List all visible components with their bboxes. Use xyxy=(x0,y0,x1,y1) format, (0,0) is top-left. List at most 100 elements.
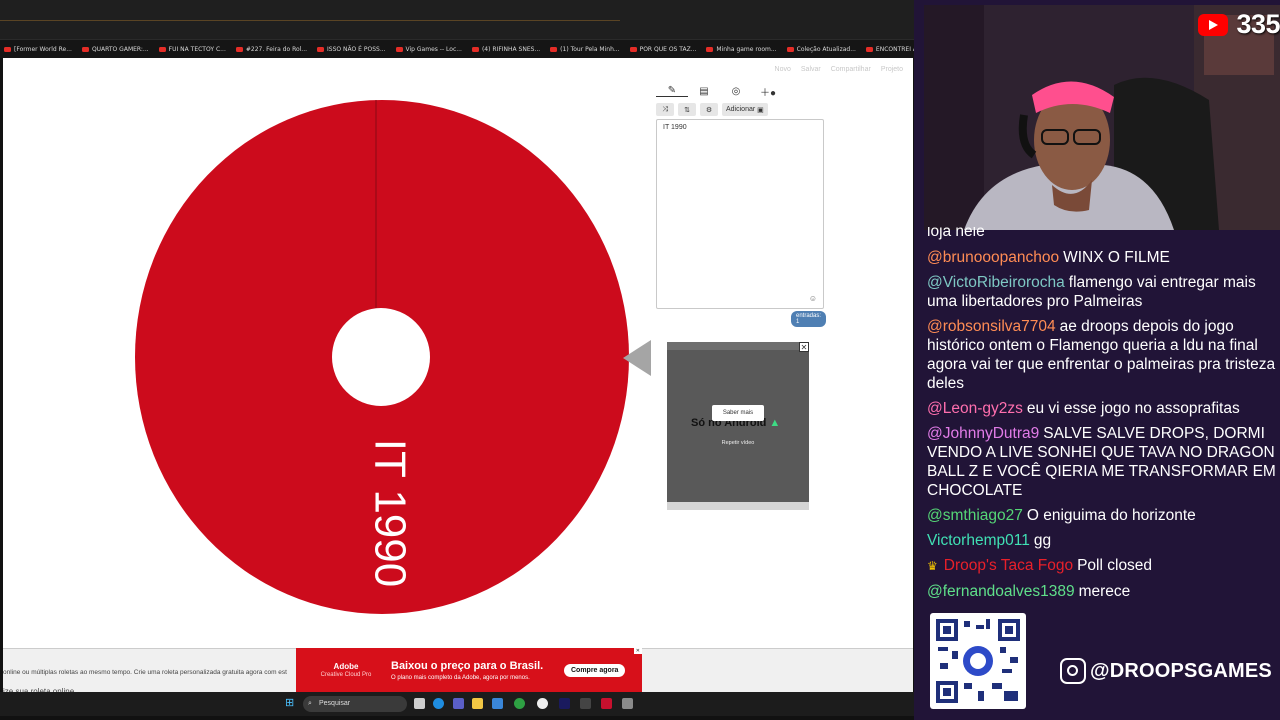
hide-tab-eye-icon[interactable]: ◎ xyxy=(720,86,752,97)
chat-message: @robsonsilva7704 ae droops depois do jogo… xyxy=(927,317,1277,393)
youtube-favicon-icon xyxy=(395,46,403,52)
viewer-count: 335 xyxy=(1198,9,1280,40)
learn-more-button[interactable]: Saber mais xyxy=(712,405,764,421)
youtube-favicon-icon xyxy=(81,46,89,52)
windows-start-icon[interactable]: ⊞ xyxy=(285,698,294,709)
bookmark-label: #227. Feira do Rol... xyxy=(245,45,308,53)
crown-icon: ♛ xyxy=(927,559,938,573)
chat-text: eu vi esse jogo no assoprafitas xyxy=(1026,400,1240,417)
chat-message: @VictoRibeirorocha flamengo vai entregar … xyxy=(927,273,1277,311)
app-icon[interactable] xyxy=(580,698,591,709)
teams-icon[interactable] xyxy=(453,698,464,709)
shuffle-button[interactable]: ⤨ xyxy=(656,103,674,116)
spin-wheel[interactable]: IT 1990 xyxy=(133,98,633,618)
chrome-icon[interactable] xyxy=(537,698,548,709)
bookmark-item[interactable]: Coleção Atualizad... xyxy=(786,45,856,53)
youtube-icon xyxy=(1198,13,1229,36)
chat-text: O eniguima do horizonte xyxy=(1026,507,1196,524)
task-view-icon[interactable] xyxy=(414,698,425,709)
store-icon[interactable] xyxy=(492,698,503,709)
nav-new[interactable]: Novo xyxy=(775,66,791,73)
entries-textarea[interactable]: IT 1990 ☺ xyxy=(656,119,824,309)
windows-taskbar: ⊞ ⌕ Pesquisar xyxy=(0,692,914,716)
live-chat: loja nele @brunooopanchoo WINX O FILME @Vic… xyxy=(927,227,1277,607)
chat-message: @JohnnyDutra9 SALVE SALVE DROPS, DORMI VE… xyxy=(927,424,1277,500)
youtube-favicon-icon xyxy=(629,46,637,52)
chat-text: Poll closed xyxy=(1077,557,1153,574)
instagram-icon xyxy=(1060,658,1086,684)
buy-now-button[interactable]: Compre agora xyxy=(564,664,626,677)
youtube-favicon-icon xyxy=(158,46,166,52)
taskbar-search[interactable]: ⌕ Pesquisar xyxy=(303,696,407,712)
chat-text: loja nele xyxy=(927,227,985,240)
youtube-favicon-icon xyxy=(865,46,873,52)
bookmark-label: ENCONTREI ARTI... xyxy=(875,45,914,53)
bookmark-label: (1) Tour Pela Minh... xyxy=(560,45,620,53)
chat-username: @robsonsilva7704 xyxy=(927,318,1056,335)
xbox-icon[interactable] xyxy=(514,698,525,709)
handle-text: @DROOPSGAMES xyxy=(1090,659,1272,682)
youtube-favicon-icon xyxy=(4,46,11,52)
chat-text: gg xyxy=(1033,532,1052,549)
bookmark-label: Minha game room... xyxy=(716,45,777,53)
bookmark-item[interactable]: POR QUE OS TAZ... xyxy=(629,45,697,53)
file-explorer-icon[interactable] xyxy=(472,698,483,709)
bookmarks-bar: [Former World Re... QUARTO GAMER:... FUI N… xyxy=(0,40,914,58)
bookmark-item[interactable]: (1) Tour Pela Minh... xyxy=(550,45,620,53)
bookmark-item[interactable]: QUARTO GAMER:... xyxy=(81,45,149,53)
bookmark-label: (4) RIFINHA SNES... xyxy=(481,45,541,53)
ad-subtext: O plano mais completo da Adobe, agora po… xyxy=(391,675,530,681)
chat-message: @brunooopanchoo WINX O FILME xyxy=(927,248,1277,267)
premiere-icon[interactable] xyxy=(559,698,570,709)
footer-description: online ou múltiplas roletas ao mesmo tem… xyxy=(3,669,287,676)
chat-text: merece xyxy=(1078,583,1131,600)
add-image-button[interactable]: Adicionar ▣ xyxy=(722,103,768,116)
bookmark-item[interactable]: ENCONTREI ARTI... xyxy=(865,45,914,53)
page-top-nav: Novo Salvar Compartilhar Projeto xyxy=(775,66,903,73)
edge-icon[interactable] xyxy=(433,698,444,709)
color-palette-icon[interactable]: ＋● xyxy=(752,84,784,99)
chat-username: @JohnnyDutra9 xyxy=(927,425,1040,442)
viewer-count-number: 335 xyxy=(1236,9,1280,39)
bookmark-item[interactable]: Vip Games -- Loc... xyxy=(395,45,462,53)
bookmark-label: QUARTO GAMER:... xyxy=(91,45,149,53)
stream-overlay: 335 loja nele @brunooopanchoo WINX O FILME… xyxy=(914,0,1280,720)
bookmark-label: FUI NA TECTOY C... xyxy=(168,45,226,53)
settings-gear-icon[interactable]: ⚙ xyxy=(700,103,718,116)
chat-message: ♛ Droop's Taca Fogo Poll closed xyxy=(927,556,1277,576)
bookmark-label: Coleção Atualizad... xyxy=(796,45,856,53)
youtube-favicon-icon xyxy=(317,46,325,52)
clipboard-tab-icon[interactable]: ▤ xyxy=(688,86,720,97)
chat-username: @Leon-gy2zs xyxy=(927,400,1023,417)
red-app-icon[interactable] xyxy=(601,698,612,709)
webcam-feed: 335 xyxy=(924,5,1280,230)
bookmark-item[interactable]: ISSO NÃO É POSS... xyxy=(317,46,386,53)
entry-line: IT 1990 xyxy=(663,124,687,131)
bookmark-item[interactable]: [Former World Re... xyxy=(4,46,72,53)
sort-button[interactable]: ⇅ xyxy=(678,103,696,116)
wheel-center-hub[interactable] xyxy=(332,308,430,406)
edit-tab-pencil-icon[interactable]: ✎ xyxy=(656,85,688,97)
bookmark-item[interactable]: #227. Feira do Rol... xyxy=(235,45,308,53)
adobe-banner-ad[interactable]: Adobe Creative Cloud Pro Baixou o preço … xyxy=(296,648,642,692)
chat-username: @smthiago27 xyxy=(927,507,1023,524)
nav-project[interactable]: Projeto xyxy=(881,66,903,73)
obs-icon[interactable] xyxy=(622,698,633,709)
chat-message: loja nele xyxy=(927,227,1277,240)
bookmark-label: Vip Games -- Loc... xyxy=(405,45,462,53)
bookmark-item[interactable]: (4) RIFINHA SNES... xyxy=(471,45,541,53)
ad-close-icon[interactable]: ✕ xyxy=(633,648,642,654)
chat-username: Droop's Taca Fogo xyxy=(943,557,1074,574)
search-placeholder: Pesquisar xyxy=(319,700,351,707)
close-ad-icon[interactable]: ✕ xyxy=(799,342,809,352)
instagram-handle: @DROOPSGAMES xyxy=(1060,658,1272,684)
chat-message: @smthiago27 O eniguima do horizonte xyxy=(927,506,1277,525)
emoji-icon[interactable]: ☺ xyxy=(809,294,817,303)
nav-save[interactable]: Salvar xyxy=(801,66,821,73)
bookmark-label: POR QUE OS TAZ... xyxy=(639,45,697,53)
video-ad[interactable]: ✕ Só no Android ▲ Saber mais Repetir víd… xyxy=(667,342,809,510)
replay-video-link[interactable]: Repetir vídeo xyxy=(667,440,809,446)
bookmark-item[interactable]: Minha game room... xyxy=(706,45,777,53)
bookmark-item[interactable]: FUI NA TECTOY C... xyxy=(158,45,226,53)
nav-share[interactable]: Compartilhar xyxy=(831,66,871,73)
